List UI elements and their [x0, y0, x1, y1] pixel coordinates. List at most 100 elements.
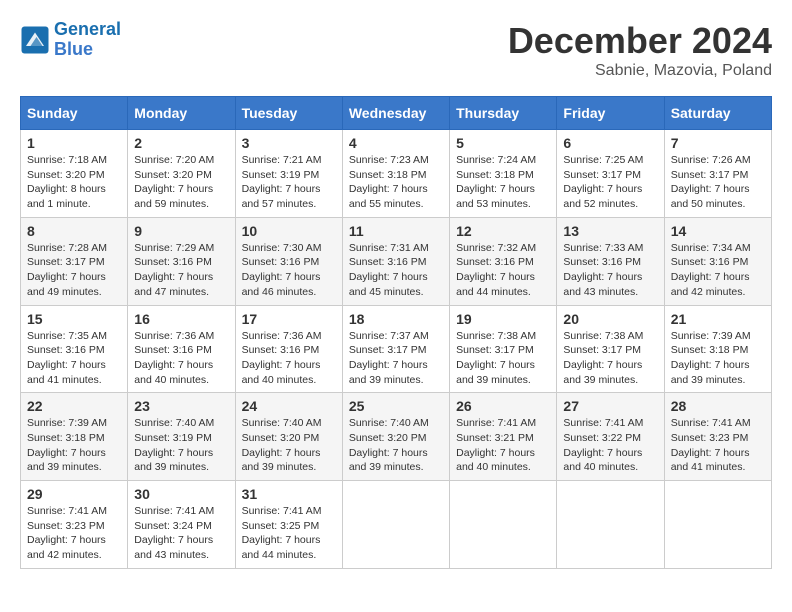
- day-number: 24: [242, 398, 336, 414]
- calendar-cell: [450, 481, 557, 569]
- day-number: 1: [27, 135, 121, 151]
- day-info: Sunrise: 7:25 AM Sunset: 3:17 PM Dayligh…: [563, 153, 657, 212]
- calendar-header-row: SundayMondayTuesdayWednesdayThursdayFrid…: [21, 97, 772, 130]
- day-number: 12: [456, 223, 550, 239]
- weekday-header: Sunday: [21, 97, 128, 130]
- day-info: Sunrise: 7:20 AM Sunset: 3:20 PM Dayligh…: [134, 153, 228, 212]
- calendar-cell: 4 Sunrise: 7:23 AM Sunset: 3:18 PM Dayli…: [342, 130, 449, 218]
- day-info: Sunrise: 7:41 AM Sunset: 3:21 PM Dayligh…: [456, 416, 550, 475]
- calendar-cell: 14 Sunrise: 7:34 AM Sunset: 3:16 PM Dayl…: [664, 217, 771, 305]
- logo-line1: General: [54, 19, 121, 39]
- weekday-header: Saturday: [664, 97, 771, 130]
- logo-line2: Blue: [54, 39, 93, 59]
- calendar-week-row: 15 Sunrise: 7:35 AM Sunset: 3:16 PM Dayl…: [21, 305, 772, 393]
- calendar-cell: 23 Sunrise: 7:40 AM Sunset: 3:19 PM Dayl…: [128, 393, 235, 481]
- calendar-cell: 5 Sunrise: 7:24 AM Sunset: 3:18 PM Dayli…: [450, 130, 557, 218]
- day-info: Sunrise: 7:41 AM Sunset: 3:22 PM Dayligh…: [563, 416, 657, 475]
- day-number: 5: [456, 135, 550, 151]
- day-info: Sunrise: 7:36 AM Sunset: 3:16 PM Dayligh…: [134, 329, 228, 388]
- day-info: Sunrise: 7:40 AM Sunset: 3:19 PM Dayligh…: [134, 416, 228, 475]
- calendar-cell: 11 Sunrise: 7:31 AM Sunset: 3:16 PM Dayl…: [342, 217, 449, 305]
- day-info: Sunrise: 7:38 AM Sunset: 3:17 PM Dayligh…: [563, 329, 657, 388]
- day-number: 10: [242, 223, 336, 239]
- location-subtitle: Sabnie, Mazovia, Poland: [508, 62, 772, 80]
- calendar-cell: 18 Sunrise: 7:37 AM Sunset: 3:17 PM Dayl…: [342, 305, 449, 393]
- calendar-cell: 30 Sunrise: 7:41 AM Sunset: 3:24 PM Dayl…: [128, 481, 235, 569]
- day-info: Sunrise: 7:30 AM Sunset: 3:16 PM Dayligh…: [242, 241, 336, 300]
- calendar-cell: 2 Sunrise: 7:20 AM Sunset: 3:20 PM Dayli…: [128, 130, 235, 218]
- calendar-cell: 15 Sunrise: 7:35 AM Sunset: 3:16 PM Dayl…: [21, 305, 128, 393]
- weekday-header: Thursday: [450, 97, 557, 130]
- day-number: 29: [27, 486, 121, 502]
- calendar-cell: 31 Sunrise: 7:41 AM Sunset: 3:25 PM Dayl…: [235, 481, 342, 569]
- day-info: Sunrise: 7:26 AM Sunset: 3:17 PM Dayligh…: [671, 153, 765, 212]
- day-info: Sunrise: 7:39 AM Sunset: 3:18 PM Dayligh…: [27, 416, 121, 475]
- calendar-cell: 27 Sunrise: 7:41 AM Sunset: 3:22 PM Dayl…: [557, 393, 664, 481]
- title-block: December 2024 Sabnie, Mazovia, Poland: [508, 20, 772, 80]
- calendar-cell: 21 Sunrise: 7:39 AM Sunset: 3:18 PM Dayl…: [664, 305, 771, 393]
- day-number: 27: [563, 398, 657, 414]
- calendar-cell: 16 Sunrise: 7:36 AM Sunset: 3:16 PM Dayl…: [128, 305, 235, 393]
- day-info: Sunrise: 7:40 AM Sunset: 3:20 PM Dayligh…: [349, 416, 443, 475]
- day-info: Sunrise: 7:34 AM Sunset: 3:16 PM Dayligh…: [671, 241, 765, 300]
- day-number: 3: [242, 135, 336, 151]
- weekday-header: Wednesday: [342, 97, 449, 130]
- day-info: Sunrise: 7:31 AM Sunset: 3:16 PM Dayligh…: [349, 241, 443, 300]
- day-info: Sunrise: 7:38 AM Sunset: 3:17 PM Dayligh…: [456, 329, 550, 388]
- calendar-cell: 13 Sunrise: 7:33 AM Sunset: 3:16 PM Dayl…: [557, 217, 664, 305]
- day-number: 19: [456, 311, 550, 327]
- calendar-cell: 12 Sunrise: 7:32 AM Sunset: 3:16 PM Dayl…: [450, 217, 557, 305]
- weekday-header: Friday: [557, 97, 664, 130]
- day-info: Sunrise: 7:29 AM Sunset: 3:16 PM Dayligh…: [134, 241, 228, 300]
- day-number: 30: [134, 486, 228, 502]
- day-info: Sunrise: 7:40 AM Sunset: 3:20 PM Dayligh…: [242, 416, 336, 475]
- logo: General Blue: [20, 20, 121, 60]
- calendar-cell: [557, 481, 664, 569]
- calendar-cell: 9 Sunrise: 7:29 AM Sunset: 3:16 PM Dayli…: [128, 217, 235, 305]
- day-number: 14: [671, 223, 765, 239]
- day-info: Sunrise: 7:35 AM Sunset: 3:16 PM Dayligh…: [27, 329, 121, 388]
- calendar-cell: 25 Sunrise: 7:40 AM Sunset: 3:20 PM Dayl…: [342, 393, 449, 481]
- calendar-cell: 3 Sunrise: 7:21 AM Sunset: 3:19 PM Dayli…: [235, 130, 342, 218]
- day-info: Sunrise: 7:41 AM Sunset: 3:24 PM Dayligh…: [134, 504, 228, 563]
- day-info: Sunrise: 7:18 AM Sunset: 3:20 PM Dayligh…: [27, 153, 121, 212]
- day-number: 15: [27, 311, 121, 327]
- day-number: 18: [349, 311, 443, 327]
- calendar-cell: 19 Sunrise: 7:38 AM Sunset: 3:17 PM Dayl…: [450, 305, 557, 393]
- day-number: 16: [134, 311, 228, 327]
- calendar-cell: 6 Sunrise: 7:25 AM Sunset: 3:17 PM Dayli…: [557, 130, 664, 218]
- day-number: 21: [671, 311, 765, 327]
- weekday-header: Monday: [128, 97, 235, 130]
- calendar-cell: 28 Sunrise: 7:41 AM Sunset: 3:23 PM Dayl…: [664, 393, 771, 481]
- day-number: 9: [134, 223, 228, 239]
- calendar-cell: [664, 481, 771, 569]
- day-info: Sunrise: 7:23 AM Sunset: 3:18 PM Dayligh…: [349, 153, 443, 212]
- calendar-week-row: 29 Sunrise: 7:41 AM Sunset: 3:23 PM Dayl…: [21, 481, 772, 569]
- day-info: Sunrise: 7:32 AM Sunset: 3:16 PM Dayligh…: [456, 241, 550, 300]
- day-number: 8: [27, 223, 121, 239]
- calendar-cell: 17 Sunrise: 7:36 AM Sunset: 3:16 PM Dayl…: [235, 305, 342, 393]
- day-number: 13: [563, 223, 657, 239]
- day-number: 31: [242, 486, 336, 502]
- calendar-cell: 20 Sunrise: 7:38 AM Sunset: 3:17 PM Dayl…: [557, 305, 664, 393]
- logo-icon: [20, 25, 50, 55]
- day-number: 22: [27, 398, 121, 414]
- day-info: Sunrise: 7:28 AM Sunset: 3:17 PM Dayligh…: [27, 241, 121, 300]
- day-number: 2: [134, 135, 228, 151]
- day-number: 6: [563, 135, 657, 151]
- calendar-week-row: 8 Sunrise: 7:28 AM Sunset: 3:17 PM Dayli…: [21, 217, 772, 305]
- logo-text: General Blue: [54, 20, 121, 60]
- calendar-body: 1 Sunrise: 7:18 AM Sunset: 3:20 PM Dayli…: [21, 130, 772, 569]
- day-info: Sunrise: 7:24 AM Sunset: 3:18 PM Dayligh…: [456, 153, 550, 212]
- day-info: Sunrise: 7:33 AM Sunset: 3:16 PM Dayligh…: [563, 241, 657, 300]
- day-number: 23: [134, 398, 228, 414]
- day-info: Sunrise: 7:36 AM Sunset: 3:16 PM Dayligh…: [242, 329, 336, 388]
- day-info: Sunrise: 7:41 AM Sunset: 3:23 PM Dayligh…: [671, 416, 765, 475]
- day-number: 7: [671, 135, 765, 151]
- day-number: 26: [456, 398, 550, 414]
- page-header: General Blue December 2024 Sabnie, Mazov…: [20, 20, 772, 80]
- calendar-cell: 1 Sunrise: 7:18 AM Sunset: 3:20 PM Dayli…: [21, 130, 128, 218]
- weekday-header: Tuesday: [235, 97, 342, 130]
- day-number: 17: [242, 311, 336, 327]
- calendar-cell: 10 Sunrise: 7:30 AM Sunset: 3:16 PM Dayl…: [235, 217, 342, 305]
